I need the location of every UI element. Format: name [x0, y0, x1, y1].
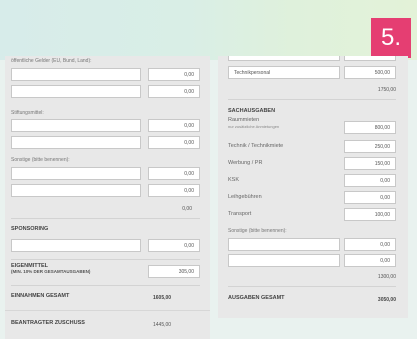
- grant-requested-label: BEANTRAGTER ZUSCHUSS: [11, 320, 85, 326]
- foundation-name-1[interactable]: [11, 119, 141, 132]
- sponsoring-name[interactable]: [11, 239, 141, 252]
- other-income-amount-2[interactable]: 0,00: [148, 184, 200, 197]
- personnel-name-above[interactable]: [228, 56, 340, 61]
- personnel-subtotal: 1750,00: [377, 87, 396, 93]
- material-expenses-header: SACHAUSGABEN: [228, 108, 276, 114]
- divider: [5, 310, 210, 311]
- other-income-label: Sonstige (bitte benennen):: [11, 157, 70, 163]
- public-funds-amount-1[interactable]: 0,00: [148, 68, 200, 81]
- step-number-badge: 5.: [371, 18, 411, 58]
- expense-amount-ksk[interactable]: 0,00: [344, 174, 396, 187]
- other-expense-amount-2[interactable]: 0,00: [344, 254, 396, 267]
- expense-label: Werbung / PR: [228, 160, 263, 166]
- grant-requested-value: 1445,00: [153, 322, 172, 328]
- personnel-amount-above[interactable]: [344, 56, 396, 61]
- technician-field[interactable]: Technikpersonal: [228, 66, 340, 79]
- other-income-name-2[interactable]: [11, 184, 141, 197]
- foundation-name-2[interactable]: [11, 136, 141, 149]
- material-subtotal: 1300,00: [377, 274, 396, 280]
- other-income-amount-1[interactable]: 0,00: [148, 167, 200, 180]
- other-expense-name-2[interactable]: [228, 254, 340, 267]
- divider: [11, 285, 200, 286]
- expense-amount-rental[interactable]: 0,00: [344, 191, 396, 204]
- income-total-value: 1605,00: [153, 295, 172, 301]
- divider: [228, 99, 396, 100]
- top-background: [0, 0, 417, 60]
- expense-label: Technik / Technikmiete: [228, 143, 284, 149]
- expenses-total-value: 3050,00: [377, 297, 396, 303]
- technician-amount[interactable]: 500,00: [344, 66, 396, 79]
- expense-label: Leihgebühren: [228, 194, 262, 200]
- income-panel: öffentliche Gelder (EU, Bund, Land): 0,0…: [5, 56, 210, 339]
- own-funds-note: (MIN. 10% DER GESAMTAUSGABEN): [11, 269, 91, 274]
- expense-label: Transport: [228, 211, 252, 217]
- sponsoring-amount[interactable]: 0,00: [148, 239, 200, 252]
- foundation-amount-2[interactable]: 0,00: [148, 136, 200, 149]
- public-funds-amount-2[interactable]: 0,00: [148, 85, 200, 98]
- expense-label: Raummieten: [228, 117, 260, 123]
- expense-label: KSK: [228, 177, 240, 183]
- other-expense-name-1[interactable]: [228, 238, 340, 251]
- other-income-subtotal: 0,00: [182, 206, 192, 212]
- public-funds-label: öffentliche Gelder (EU, Bund, Land):: [11, 58, 92, 64]
- sponsoring-header: SPONSORING: [11, 226, 49, 232]
- expenses-total-label: AUSGABEN GESAMT: [228, 295, 285, 301]
- public-funds-name-1[interactable]: [11, 68, 141, 81]
- other-income-name-1[interactable]: [11, 167, 141, 180]
- own-funds-amount[interactable]: 305,00: [148, 265, 200, 278]
- divider: [11, 259, 200, 260]
- foundation-funds-label: Stiftungsmittel:: [11, 110, 44, 116]
- expense-note: nur zusätzliche Anmietungen: [228, 124, 280, 129]
- divider: [228, 286, 396, 287]
- technician-label: Technikpersonal: [234, 69, 271, 76]
- divider: [11, 218, 200, 219]
- expense-amount-tech[interactable]: 250,00: [344, 140, 396, 153]
- expense-amount-rooms[interactable]: 800,00: [344, 121, 396, 134]
- public-funds-name-2[interactable]: [11, 85, 141, 98]
- other-expenses-label: Sonstige (bitte benennen):: [228, 228, 287, 234]
- expense-amount-transport[interactable]: 100,00: [344, 208, 396, 221]
- expense-amount-pr[interactable]: 150,00: [344, 157, 396, 170]
- income-total-label: EINNAHMEN GESAMT: [11, 293, 70, 299]
- foundation-amount-1[interactable]: 0,00: [148, 119, 200, 132]
- other-expense-amount-1[interactable]: 0,00: [344, 238, 396, 251]
- expenses-panel: Technikpersonal 500,00 1750,00 SACHAUSGA…: [218, 56, 408, 318]
